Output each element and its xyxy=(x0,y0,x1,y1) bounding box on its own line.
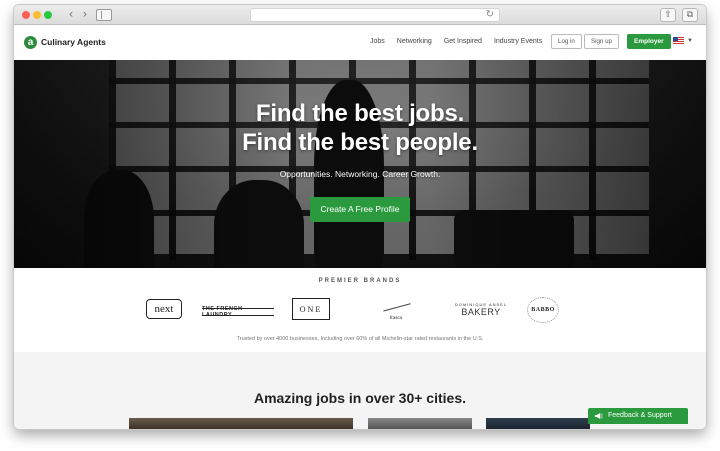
create-profile-button[interactable]: Create A Free Profile xyxy=(310,197,410,222)
nav-industry-events[interactable]: Industry Events xyxy=(494,38,542,45)
branch-icon xyxy=(381,296,411,312)
hero-overlay xyxy=(14,60,706,268)
zoom-window-icon[interactable] xyxy=(44,11,52,19)
city-card[interactable] xyxy=(368,418,472,429)
megaphone-icon xyxy=(594,412,603,420)
brand-logo-frasca-text: frasca xyxy=(389,315,403,320)
us-flag-icon[interactable] xyxy=(673,37,684,45)
brand-logo-babbo: BABBO xyxy=(527,297,559,323)
login-button[interactable]: Log in xyxy=(551,34,582,49)
sidebar-toggle-icon[interactable] xyxy=(96,9,112,21)
share-icon[interactable]: ⇧ xyxy=(660,8,676,22)
nav-networking[interactable]: Networking xyxy=(397,38,432,45)
minimize-window-icon[interactable] xyxy=(33,11,41,19)
brands-heading: PREMIER BRANDS xyxy=(318,278,402,284)
brand-logo-frasca: frasca xyxy=(374,296,418,320)
feedback-label: Feedback & Support xyxy=(608,412,672,419)
forward-arrow-icon[interactable]: › xyxy=(78,8,92,22)
brand-logo-next: next xyxy=(146,299,182,319)
feedback-support-button[interactable]: Feedback & Support xyxy=(588,408,688,424)
back-arrow-icon[interactable]: ‹ xyxy=(64,8,78,22)
hero-subheadline: Opportunities. Networking. Career Growth… xyxy=(279,169,441,179)
browser-window: ‹ › ↻ ⇧ ⧉ a Culinary Agents Jobs Network… xyxy=(14,5,706,429)
show-tabs-icon[interactable]: ⧉ xyxy=(682,8,698,22)
brand-name[interactable]: Culinary Agents xyxy=(41,37,106,47)
site-header: a Culinary Agents Jobs Networking Get In… xyxy=(14,26,706,60)
browser-toolbar: ‹ › ↻ ⇧ ⧉ xyxy=(14,5,706,25)
brand-logo-dominique-ansel: DOMINIQUE ANSEL BAKERY xyxy=(440,296,522,322)
main-nav: Jobs Networking Get Inspired Industry Ev… xyxy=(370,38,542,45)
close-window-icon[interactable] xyxy=(22,11,30,19)
hero-headline: Find the best jobs. xyxy=(255,100,465,127)
premier-brands-section: PREMIER BRANDS next THE FRENCH LAUNDRY O… xyxy=(14,268,706,352)
address-bar[interactable]: ↻ xyxy=(250,8,500,22)
culinary-agents-logo-icon[interactable]: a xyxy=(24,36,37,49)
nav-jobs[interactable]: Jobs xyxy=(370,38,385,45)
employer-button[interactable]: Employer xyxy=(627,34,671,49)
city-card[interactable] xyxy=(129,418,353,429)
jobs-heading: Amazing jobs in over 30+ cities. xyxy=(253,390,467,406)
trust-statement: Trusted by over 4000 businesses, Includi… xyxy=(236,336,484,342)
hero-headline: Find the best people. xyxy=(242,129,478,156)
hero-banner: Find the best jobs. Find the best people… xyxy=(14,60,706,268)
city-card[interactable] xyxy=(486,418,590,429)
signup-button[interactable]: Sign up xyxy=(584,34,619,49)
brand-logo-dominique-bottom: BAKERY xyxy=(461,306,501,317)
chevron-down-icon[interactable]: ▼ xyxy=(687,38,693,44)
brand-logo-one: ONE xyxy=(292,298,330,320)
nav-get-inspired[interactable]: Get Inspired xyxy=(444,38,482,45)
reload-icon[interactable]: ↻ xyxy=(486,9,494,21)
brand-logo-french-laundry: THE FRENCH LAUNDRY xyxy=(202,306,274,318)
